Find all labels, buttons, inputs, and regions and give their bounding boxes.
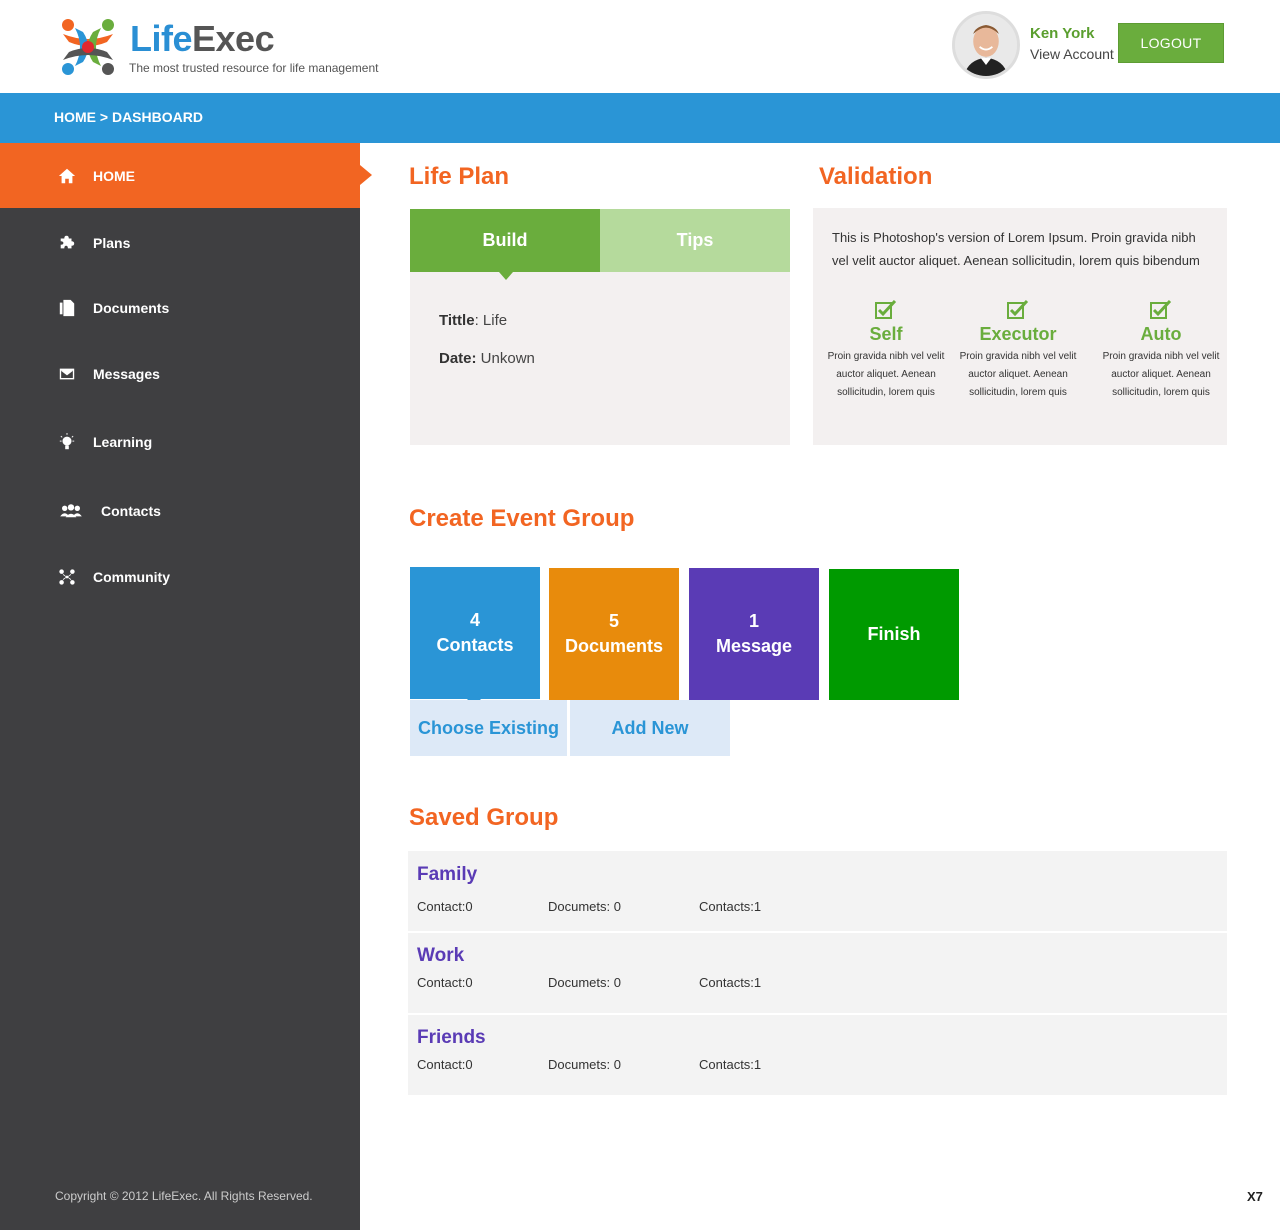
table-row[interactable]: Family Contact:0 Documets: 0 Contacts:1 [408,851,1227,931]
tile-label: Documents [564,636,663,656]
tile-count: 1 [748,611,759,631]
logout-button[interactable]: LOGOUT [1118,23,1224,63]
table-row[interactable]: Friends Contact:0 Documets: 0 Contacts:1 [408,1015,1227,1095]
validation-option-title: Executor [979,324,1057,344]
brand-name[interactable]: LifeExec [130,18,275,60]
header: LifeExec The most trusted resource for l… [0,0,1280,93]
tile-label: Contacts [436,635,514,655]
people-icon [56,501,86,521]
sidebar-item-label: HOME [93,167,135,184]
life-plan-title-row: Tittle: Life [439,312,507,329]
sidebar-item-community[interactable]: Community [0,544,360,610]
message-tile[interactable]: 1 Message [689,568,819,700]
finish-button[interactable]: Finish [829,569,959,700]
group-document-count: Documets: 0 [548,975,621,990]
documents-tile[interactable]: 5 Documents [549,568,679,700]
group-document-count: Documets: 0 [548,899,621,914]
checkbox-checked-icon[interactable] [874,299,898,320]
validation-option-title: Auto [1140,324,1182,344]
brand-name-life: Life [130,18,193,59]
validation-option-text: Proin gravida nibh vel velit auctor aliq… [959,351,1077,398]
add-new-tab[interactable]: Add New [570,700,730,756]
sidebar-item-label: Plans [93,235,131,251]
group-contacts-count: Contacts:1 [699,975,762,990]
contacts-tile[interactable]: 4 Contacts [410,567,540,706]
validation-title: Validation [819,163,933,190]
date-label: Date: [439,350,477,367]
tile-count: 4 [469,610,480,630]
sidebar-item-label: Messages [93,366,160,382]
breadcrumb-bar: HOME > DASHBOARD [0,93,1280,143]
title-value: : Life [474,312,508,329]
checkbox-checked-icon[interactable] [1006,299,1030,320]
avatar[interactable] [952,11,1020,79]
copyright: Copyright © 2012 LifeExec. All Rights Re… [55,1189,313,1203]
envelope-icon [56,364,78,384]
create-event-group-title: Create Event Group [409,505,635,532]
checkbox-checked-icon[interactable] [1149,299,1173,320]
home-icon [56,166,78,186]
tab-tips[interactable]: Tips [600,209,790,272]
logo-icon[interactable] [55,14,121,80]
sidebar: HOME Plans Documents Messages Learning C… [0,143,372,1230]
validation-option-text: Proin gravida nibh vel velit auctor aliq… [827,351,945,398]
sidebar-item-label: Community [93,569,170,585]
table-row[interactable]: Work Contact:0 Documets: 0 Contacts:1 [408,933,1227,1013]
validation-option-text: Proin gravida nibh vel velit auctor aliq… [1102,351,1220,398]
community-icon [56,567,78,587]
title-label: Tittle [439,312,475,329]
group-name[interactable]: Family [417,864,477,886]
sidebar-item-label: Documents [93,300,170,316]
group-contact-count: Contact:0 [417,1057,473,1072]
sidebar-item-documents[interactable]: Documents [0,275,360,341]
group-contact-count: Contact:0 [417,975,473,990]
saved-group-title: Saved Group [409,804,559,831]
brand-name-exec: Exec [192,18,275,59]
lightbulb-icon [56,432,78,452]
puzzle-icon [56,233,78,253]
sidebar-item-messages[interactable]: Messages [0,341,360,407]
sidebar-item-home[interactable]: HOME [0,143,372,208]
documents-icon [56,298,78,318]
version-label: X7 [1247,1189,1263,1204]
validation-card: This is Photoshop's version of Lorem Ips… [813,208,1227,445]
view-account-link[interactable]: View Account [1030,46,1114,62]
date-value: Unkown [476,350,535,367]
validation-description: This is Photoshop's version of Lorem Ips… [832,230,1200,268]
life-plan-title: Life Plan [409,163,510,190]
group-contact-count: Contact:0 [417,899,473,914]
validation-option-auto[interactable]: Auto Proin gravida nibh vel velit auctor… [1096,299,1226,402]
group-contacts-count: Contacts:1 [699,1057,762,1072]
sidebar-item-contacts[interactable]: Contacts [0,478,360,544]
breadcrumb[interactable]: HOME > DASHBOARD [54,109,203,125]
brand-tagline: The most trusted resource for life manag… [129,61,379,75]
choose-existing-tab[interactable]: Choose Existing [410,700,568,756]
tile-count: 5 [608,611,619,631]
sidebar-item-label: Contacts [101,503,161,519]
sidebar-item-plans[interactable]: Plans [0,210,360,276]
sidebar-item-learning[interactable]: Learning [0,409,360,475]
validation-option-executor[interactable]: Executor Proin gravida nibh vel velit au… [953,299,1083,402]
tile-label: Message [715,636,793,656]
sidebar-item-label: Learning [93,434,153,450]
user-name[interactable]: Ken York [1030,25,1094,42]
life-plan-card: Build Tips Tittle: Life Date: Unkown [410,209,790,445]
life-plan-date-row: Date: Unkown [439,350,535,367]
group-name[interactable]: Friends [417,1027,486,1049]
group-document-count: Documets: 0 [548,1057,621,1072]
tab-build[interactable]: Build [410,209,600,280]
validation-option-title: Self [869,324,903,344]
group-name[interactable]: Work [417,945,464,967]
tile-label: Finish [867,624,921,644]
group-contacts-count: Contacts:1 [699,899,762,914]
validation-option-self[interactable]: Self Proin gravida nibh vel velit auctor… [821,299,951,402]
